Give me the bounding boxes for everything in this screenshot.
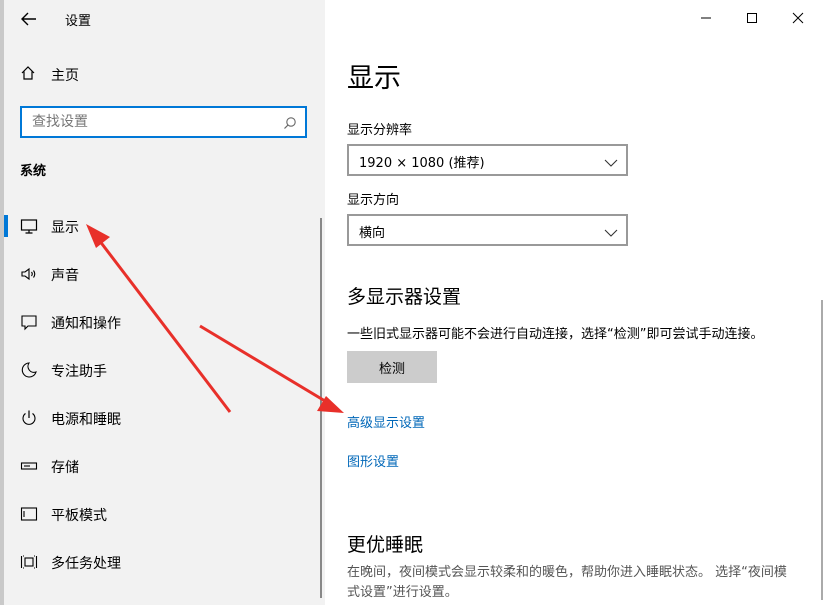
- resolution-label: 显示分辨率: [347, 123, 413, 138]
- chevron-down-icon: [604, 224, 618, 243]
- multi-display-heading: 多显示器设置: [347, 286, 462, 308]
- sidebar-item-label: 主页: [51, 68, 79, 84]
- notification-icon: [20, 313, 38, 331]
- sleep-heading: 更优睡眠: [347, 534, 424, 556]
- sidebar-item-notifications[interactable]: 通知和操作: [4, 298, 325, 346]
- orientation-value: 横向: [359, 226, 386, 241]
- search-box[interactable]: [20, 106, 307, 138]
- tablet-icon: [20, 505, 38, 523]
- sidebar-scrollbar[interactable]: [320, 218, 322, 598]
- search-icon[interactable]: [283, 115, 297, 134]
- minimize-icon: [700, 9, 712, 28]
- sidebar-item-home[interactable]: 主页: [20, 64, 300, 86]
- settings-window: 设置 主页 系统 显示 声音: [4, 0, 825, 605]
- sidebar-item-sound[interactable]: 声音: [4, 250, 325, 298]
- title-bar: 设置: [4, 0, 325, 36]
- sidebar-item-power-sleep[interactable]: 电源和睡眠: [4, 394, 325, 442]
- active-indicator: [4, 215, 8, 237]
- search-input[interactable]: [22, 108, 277, 136]
- sidebar-item-label: 通知和操作: [51, 316, 121, 332]
- back-arrow-icon[interactable]: [18, 8, 40, 30]
- sidebar-item-label: 声音: [51, 268, 79, 284]
- orientation-label: 显示方向: [347, 193, 400, 208]
- sidebar-item-label: 存储: [51, 460, 79, 476]
- main-content: 显示 显示分辨率 1920 × 1080 (推荐) 显示方向 横向 多显示器设置…: [325, 0, 825, 605]
- sidebar-item-multitasking[interactable]: 多任务处理: [4, 538, 325, 586]
- sidebar-item-tablet-mode[interactable]: 平板模式: [4, 490, 325, 538]
- sidebar-item-label: 显示: [51, 220, 79, 236]
- section-title: 系统: [20, 164, 47, 179]
- main-scrollbar[interactable]: [821, 300, 823, 600]
- chevron-down-icon: [604, 154, 618, 173]
- app-title: 设置: [65, 14, 92, 29]
- speaker-icon: [20, 265, 38, 283]
- power-icon: [20, 409, 38, 427]
- maximize-button[interactable]: [729, 4, 775, 32]
- sidebar-item-label: 电源和睡眠: [51, 412, 121, 428]
- orientation-dropdown[interactable]: 横向: [347, 214, 628, 246]
- storage-icon: [20, 457, 38, 475]
- resolution-dropdown[interactable]: 1920 × 1080 (推荐): [347, 144, 628, 176]
- sidebar-item-label: 专注助手: [51, 364, 107, 380]
- page-title: 显示: [347, 63, 401, 94]
- graphics-settings-link[interactable]: 图形设置: [347, 451, 399, 470]
- sidebar-item-label: 平板模式: [51, 508, 107, 524]
- sidebar-item-label: 多任务处理: [51, 556, 121, 572]
- moon-icon: [20, 361, 38, 379]
- close-icon: [792, 9, 804, 28]
- minimize-button[interactable]: [683, 4, 729, 32]
- multitask-icon: [20, 553, 38, 571]
- monitor-icon: [20, 217, 38, 235]
- sidebar-item-focus-assist[interactable]: 专注助手: [4, 346, 325, 394]
- sidebar: 设置 主页 系统 显示 声音: [4, 0, 325, 605]
- sidebar-item-display[interactable]: 显示: [4, 202, 325, 250]
- resolution-value: 1920 × 1080 (推荐): [359, 156, 485, 171]
- sidebar-item-storage[interactable]: 存储: [4, 442, 325, 490]
- multi-display-description: 一些旧式显示器可能不会进行自动连接，选择“检测”即可尝试手动连接。: [347, 327, 764, 342]
- home-icon: [20, 65, 36, 85]
- sleep-description: 在晚间，夜间模式会显示较柔和的暖色，帮助你进入睡眠状态。 选择“夜间模式设置”进…: [347, 565, 787, 600]
- detect-button[interactable]: 检测: [347, 351, 437, 383]
- advanced-display-settings-link[interactable]: 高级显示设置: [347, 412, 425, 431]
- maximize-icon: [746, 9, 758, 28]
- close-button[interactable]: [775, 4, 821, 32]
